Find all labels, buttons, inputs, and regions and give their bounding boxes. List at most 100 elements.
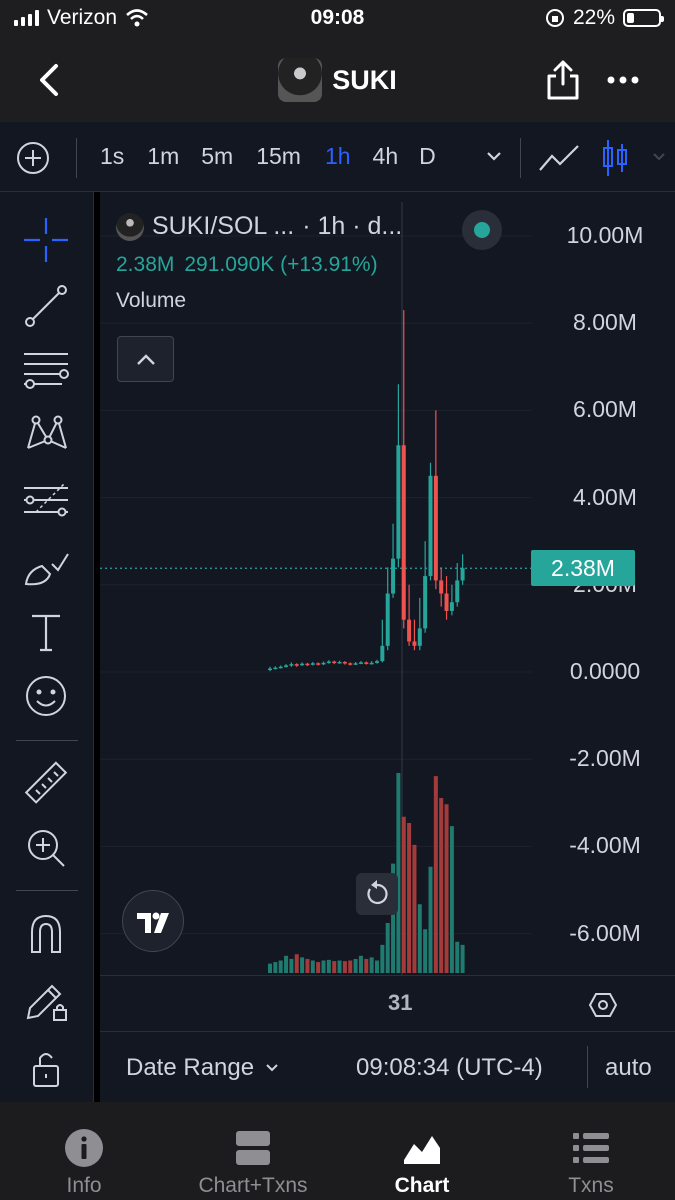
magnet-icon [31, 914, 61, 953]
orientation-lock-icon [545, 9, 564, 27]
timeframe-5m[interactable]: 5m [201, 143, 233, 170]
auto-scale-toggle[interactable]: auto [605, 1054, 652, 1082]
volume-bar [268, 963, 272, 973]
price-axis-label: -6.00M [569, 919, 641, 946]
volume-bar [407, 823, 412, 973]
ruler-icon [24, 761, 68, 804]
candle-body [310, 663, 315, 665]
drawing-toolbar: ‹ [0, 192, 98, 1194]
candle-body [401, 445, 406, 620]
status-bar: Verizon 09:08 22% [0, 0, 675, 38]
candle-body [428, 475, 433, 577]
symbol-avatar [116, 212, 144, 241]
volume-bar [444, 804, 449, 973]
toolbar-divider [76, 138, 77, 178]
volume-bar [273, 962, 278, 973]
timeframe-4h[interactable]: 4h [373, 143, 399, 170]
chevron-down-icon[interactable] [650, 150, 668, 164]
text-tool[interactable] [22, 608, 70, 656]
volume-bar [300, 957, 305, 973]
measure-tool[interactable] [22, 760, 70, 808]
settings-hexagon-icon[interactable] [588, 990, 618, 1020]
timeframe-1s[interactable]: 1s [100, 143, 124, 170]
chevron-up-icon [137, 354, 155, 365]
price-axis-label: 6.00M [573, 396, 637, 423]
unlock-icon [33, 1053, 59, 1087]
candle-body [369, 662, 374, 665]
lock-tool[interactable] [22, 1044, 70, 1092]
candle-body [391, 558, 396, 594]
tradingview-logo[interactable] [122, 890, 184, 952]
volume-bar [337, 960, 342, 973]
chart-pane[interactable]: SUKI/SOL ... · 1h · d... 2.38M 291.090K … [100, 192, 675, 1102]
candlestick-chart-icon[interactable] [600, 138, 630, 178]
tab-label: Txns [568, 1174, 614, 1197]
candle-body [407, 619, 412, 642]
candle-body [284, 665, 289, 667]
timeframe-1m[interactable]: 1m [147, 143, 179, 170]
chart-legend: SUKI/SOL ... · 1h · d... 2.38M 291.090K … [116, 212, 402, 313]
volume-bar [316, 962, 321, 973]
price-axis-label: 0.0000 [569, 658, 641, 684]
lock-drawings-tool[interactable] [22, 976, 70, 1024]
candle-body [439, 580, 444, 594]
share-icon[interactable] [543, 58, 583, 102]
candle-body [412, 641, 417, 646]
market-status-indicator[interactable] [462, 210, 502, 250]
candle-body [375, 661, 379, 663]
brush-tool[interactable] [22, 544, 70, 592]
tab-label: Chart+Txns [198, 1174, 308, 1197]
zoom-tool[interactable] [22, 824, 70, 872]
fib-retracement-tool[interactable] [22, 348, 70, 396]
reset-chart-button[interactable] [356, 873, 398, 915]
candle-body [449, 602, 454, 611]
trend-line-tool[interactable] [22, 282, 70, 330]
timeframe-15m[interactable]: 15m [256, 143, 301, 170]
toolbar-divider [16, 740, 78, 741]
add-indicator-icon[interactable] [16, 141, 50, 175]
candle-body [417, 628, 422, 646]
tab-chart-txns[interactable]: Chart+Txns [169, 1102, 337, 1200]
crosshair-tool[interactable] [22, 216, 70, 264]
symbol-name[interactable]: SUKI/SOL ... [152, 212, 294, 241]
tab-info[interactable]: Info [0, 1102, 168, 1200]
footer-divider [587, 1046, 588, 1088]
pattern-icon [27, 415, 67, 449]
collapse-legend-button[interactable] [117, 336, 174, 382]
pattern-tool[interactable] [22, 410, 70, 458]
time-axis[interactable]: 31 [100, 975, 675, 1031]
candle-body [332, 661, 337, 664]
timeframe-1h[interactable]: 1h [325, 143, 351, 170]
line-chart-icon[interactable] [538, 142, 582, 174]
tab-chart[interactable]: Chart [338, 1102, 506, 1200]
volume-bar [305, 958, 310, 973]
chart-icon [403, 1130, 441, 1164]
chevron-down-icon[interactable] [484, 148, 504, 164]
volume-bar [412, 844, 417, 973]
volume-bar [284, 955, 289, 973]
prediction-tool[interactable] [22, 478, 70, 526]
candle-body [423, 576, 428, 629]
more-options-icon[interactable] [603, 62, 643, 98]
volume-bar [348, 960, 353, 973]
volume-study-label[interactable]: Volume [116, 289, 402, 313]
candle-body [364, 662, 369, 664]
list-icon [573, 1133, 609, 1163]
emoji-tool[interactable] [22, 672, 70, 720]
candle-body [305, 663, 310, 666]
volume-bar [326, 959, 331, 973]
candle-body [396, 445, 401, 559]
candle-body [273, 667, 278, 670]
candle-body [337, 661, 342, 664]
toolbar-divider [520, 138, 521, 178]
date-range-selector[interactable]: Date Range [126, 1054, 280, 1082]
magnet-tool[interactable] [22, 910, 70, 958]
current-price-tag: 2.38M [531, 550, 635, 586]
candle-body [353, 663, 358, 665]
smiley-icon [26, 676, 66, 716]
candle-body [326, 661, 331, 664]
candle-body [316, 663, 321, 665]
chart-clock[interactable]: 09:08:34 (UTC-4) [356, 1054, 543, 1082]
tab-txns[interactable]: Txns [507, 1102, 675, 1200]
timeframe-d[interactable]: D [419, 143, 436, 170]
